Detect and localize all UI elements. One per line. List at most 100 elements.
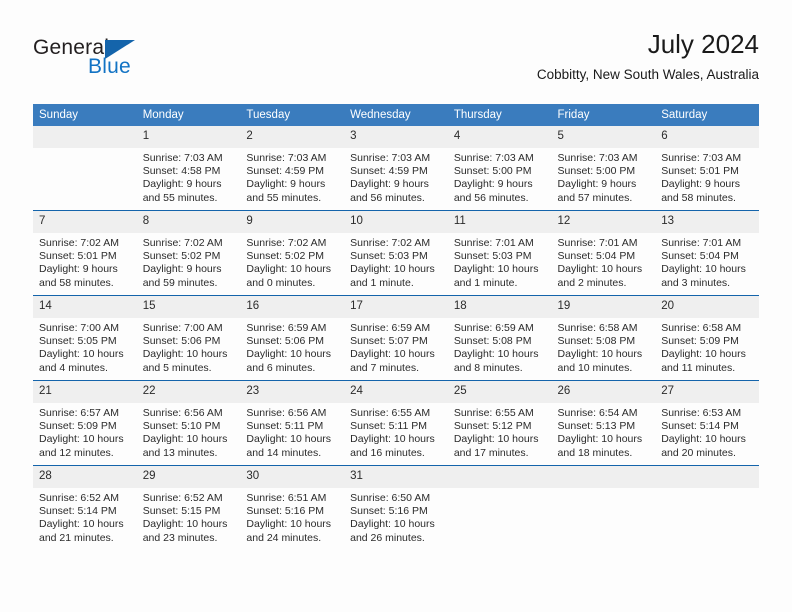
calendar-day-cell[interactable]: 10 Sunrise: 7:02 AM Sunset: 5:03 PM Dayligh… xyxy=(344,210,448,296)
day-number xyxy=(447,466,552,488)
day-number: 30 xyxy=(240,466,345,488)
daylight-text: Daylight: 10 hours and 1 minute. xyxy=(350,263,435,289)
sunset-text: Sunset: 5:04 PM xyxy=(661,250,739,263)
day-number: 16 xyxy=(240,296,345,318)
sunset-text: Sunset: 5:00 PM xyxy=(453,165,532,178)
day-number: 19 xyxy=(551,296,656,318)
daylight-text: Daylight: 9 hours and 56 minutes. xyxy=(453,178,533,204)
calendar-day-cell[interactable]: 4 Sunrise: 7:03 AM Sunset: 5:00 PM Daylight… xyxy=(447,126,552,211)
daylight-text: Daylight: 10 hours and 0 minutes. xyxy=(246,263,332,289)
day-number: 20 xyxy=(655,296,759,318)
calendar-body: 1 Sunrise: 7:03 AM Sunset: 4:58 PM Daylight… xyxy=(33,126,759,550)
sunrise-text: Sunrise: 6:55 AM xyxy=(350,407,431,419)
sunrise-text: Sunrise: 6:59 AM xyxy=(453,322,534,334)
calendar-day-cell[interactable]: 23 Sunrise: 6:56 AM Sunset: 5:11 PM Dayligh… xyxy=(240,380,345,466)
brand-logo[interactable]: General Blue xyxy=(33,36,233,88)
day-number xyxy=(551,466,656,488)
daylight-text: Daylight: 10 hours and 1 minute. xyxy=(453,263,539,289)
sunset-text: Sunset: 5:14 PM xyxy=(39,505,117,518)
sunset-text: Sunset: 5:03 PM xyxy=(453,250,532,263)
calendar-day-cell[interactable]: 15 Sunrise: 7:00 AM Sunset: 5:06 PM Dayligh… xyxy=(136,295,241,381)
calendar-day-cell[interactable]: 27 Sunrise: 6:53 AM Sunset: 5:14 PM Dayligh… xyxy=(655,380,759,466)
calendar-day-cell[interactable]: 21 Sunrise: 6:57 AM Sunset: 5:09 PM Dayligh… xyxy=(33,380,137,466)
sunrise-text: Sunrise: 7:03 AM xyxy=(142,152,223,164)
day-details: Sunrise: 7:02 AM Sunset: 5:03 PM Daylight:… xyxy=(344,233,448,290)
calendar-day-cell[interactable]: 31 Sunrise: 6:50 AM Sunset: 5:16 PM Dayligh… xyxy=(344,465,448,550)
sunset-text: Sunset: 5:16 PM xyxy=(246,505,325,518)
day-details: Sunrise: 6:58 AM Sunset: 5:09 PM Daylight:… xyxy=(655,318,759,375)
sunset-text: Sunset: 5:14 PM xyxy=(661,420,739,433)
daylight-text: Daylight: 10 hours and 2 minutes. xyxy=(557,263,643,289)
day-number: 22 xyxy=(136,381,241,403)
calendar-day-cell[interactable]: 30 Sunrise: 6:51 AM Sunset: 5:16 PM Dayligh… xyxy=(240,465,345,550)
day-number: 18 xyxy=(447,296,552,318)
calendar-day-cell[interactable]: 12 Sunrise: 7:01 AM Sunset: 5:04 PM Dayligh… xyxy=(551,210,656,296)
calendar-day-cell[interactable]: 19 Sunrise: 6:58 AM Sunset: 5:08 PM Dayligh… xyxy=(551,295,656,381)
day-details: Sunrise: 7:03 AM Sunset: 4:59 PM Daylight:… xyxy=(344,148,448,205)
day-number: 31 xyxy=(344,466,448,488)
sunrise-text: Sunrise: 7:01 AM xyxy=(557,237,638,249)
sunrise-text: Sunrise: 7:02 AM xyxy=(246,237,327,249)
daylight-text: Daylight: 10 hours and 10 minutes. xyxy=(557,348,643,374)
calendar-day-cell[interactable]: 17 Sunrise: 6:59 AM Sunset: 5:07 PM Dayligh… xyxy=(344,295,448,381)
sunrise-text: Sunrise: 6:56 AM xyxy=(246,407,327,419)
sunset-text: Sunset: 5:04 PM xyxy=(557,250,636,263)
calendar-day-cell[interactable]: 8 Sunrise: 7:02 AM Sunset: 5:02 PM Daylight… xyxy=(136,210,241,296)
weekday-header-tuesday: Tuesday xyxy=(240,104,345,126)
daylight-text: Daylight: 9 hours and 55 minutes. xyxy=(142,178,222,204)
day-details: Sunrise: 7:00 AM Sunset: 5:05 PM Daylight:… xyxy=(33,318,137,375)
calendar-day-cell[interactable]: 16 Sunrise: 6:59 AM Sunset: 5:06 PM Dayligh… xyxy=(240,295,345,381)
weekday-header-sunday: Sunday xyxy=(33,104,137,126)
sunset-text: Sunset: 5:06 PM xyxy=(142,335,221,348)
calendar-day-cell[interactable]: 29 Sunrise: 6:52 AM Sunset: 5:15 PM Dayligh… xyxy=(136,465,241,550)
calendar-day-cell[interactable]: 7 Sunrise: 7:02 AM Sunset: 5:01 PM Daylight… xyxy=(33,210,137,296)
calendar-day-cell[interactable]: 6 Sunrise: 7:03 AM Sunset: 5:01 PM Daylight… xyxy=(655,126,759,211)
calendar-day-cell[interactable]: 25 Sunrise: 6:55 AM Sunset: 5:12 PM Dayligh… xyxy=(447,380,552,466)
day-number: 13 xyxy=(655,211,759,233)
calendar-day-cell[interactable]: 14 Sunrise: 7:00 AM Sunset: 5:05 PM Dayligh… xyxy=(33,295,137,381)
weekday-header-thursday: Thursday xyxy=(447,104,552,126)
daylight-text: Daylight: 10 hours and 26 minutes. xyxy=(350,518,435,544)
calendar-day-cell[interactable]: 2 Sunrise: 7:03 AM Sunset: 4:59 PM Daylight… xyxy=(240,126,345,211)
calendar-day-cell[interactable]: 13 Sunrise: 7:01 AM Sunset: 5:04 PM Dayligh… xyxy=(655,210,759,296)
calendar-day-cell[interactable]: 24 Sunrise: 6:55 AM Sunset: 5:11 PM Dayligh… xyxy=(344,380,448,466)
sunset-text: Sunset: 5:11 PM xyxy=(350,420,427,433)
daylight-text: Daylight: 10 hours and 20 minutes. xyxy=(661,433,746,459)
daylight-text: Daylight: 10 hours and 14 minutes. xyxy=(246,433,332,459)
calendar-day-cell[interactable]: 26 Sunrise: 6:54 AM Sunset: 5:13 PM Dayligh… xyxy=(551,380,656,466)
day-number: 26 xyxy=(551,381,656,403)
day-details: Sunrise: 7:03 AM Sunset: 5:00 PM Daylight:… xyxy=(448,148,552,205)
sunset-text: Sunset: 5:06 PM xyxy=(246,335,325,348)
sunrise-text: Sunrise: 7:02 AM xyxy=(350,237,431,249)
day-details: Sunrise: 7:01 AM Sunset: 5:03 PM Daylight:… xyxy=(448,233,552,290)
daylight-text: Daylight: 9 hours and 58 minutes. xyxy=(39,263,118,289)
calendar-day-cell[interactable]: 3 Sunrise: 7:03 AM Sunset: 4:59 PM Daylight… xyxy=(344,126,448,211)
calendar-day-cell[interactable]: 18 Sunrise: 6:59 AM Sunset: 5:08 PM Dayligh… xyxy=(447,295,552,381)
weekday-header-wednesday: Wednesday xyxy=(344,104,448,126)
calendar-week-row: 7 Sunrise: 7:02 AM Sunset: 5:01 PM Daylight… xyxy=(33,210,759,296)
sunset-text: Sunset: 5:13 PM xyxy=(557,420,636,433)
title-block: July 2024 Cobbitty, New South Wales, Aus… xyxy=(537,28,759,83)
sunrise-text: Sunrise: 7:03 AM xyxy=(246,152,327,164)
daylight-text: Daylight: 10 hours and 6 minutes. xyxy=(246,348,332,374)
calendar-day-cell[interactable]: 22 Sunrise: 6:56 AM Sunset: 5:10 PM Dayligh… xyxy=(136,380,241,466)
calendar-week-row: 21 Sunrise: 6:57 AM Sunset: 5:09 PM Dayligh… xyxy=(33,380,759,466)
sunrise-text: Sunrise: 6:59 AM xyxy=(246,322,327,334)
brand-name-blue: Blue xyxy=(88,55,131,78)
calendar-day-cell[interactable]: 28 Sunrise: 6:52 AM Sunset: 5:14 PM Dayligh… xyxy=(33,465,137,550)
day-details: Sunrise: 6:50 AM Sunset: 5:16 PM Daylight:… xyxy=(344,488,448,545)
sunset-text: Sunset: 5:08 PM xyxy=(453,335,532,348)
day-details: Sunrise: 6:59 AM Sunset: 5:06 PM Daylight:… xyxy=(240,318,344,375)
calendar-day-cell-empty xyxy=(655,465,759,550)
sunrise-text: Sunrise: 7:01 AM xyxy=(453,237,534,249)
sunrise-text: Sunrise: 6:59 AM xyxy=(350,322,431,334)
day-number: 21 xyxy=(33,381,137,403)
sunrise-text: Sunrise: 6:50 AM xyxy=(350,492,431,504)
calendar-day-cell[interactable]: 1 Sunrise: 7:03 AM Sunset: 4:58 PM Daylight… xyxy=(136,126,241,211)
calendar-day-cell[interactable]: 5 Sunrise: 7:03 AM Sunset: 5:00 PM Daylight… xyxy=(551,126,656,211)
sunrise-text: Sunrise: 6:57 AM xyxy=(39,407,119,419)
calendar-day-cell[interactable]: 20 Sunrise: 6:58 AM Sunset: 5:09 PM Dayligh… xyxy=(655,295,759,381)
day-number: 1 xyxy=(136,126,241,148)
calendar-day-cell[interactable]: 9 Sunrise: 7:02 AM Sunset: 5:02 PM Daylight… xyxy=(240,210,345,296)
calendar-day-cell[interactable]: 11 Sunrise: 7:01 AM Sunset: 5:03 PM Dayligh… xyxy=(447,210,552,296)
